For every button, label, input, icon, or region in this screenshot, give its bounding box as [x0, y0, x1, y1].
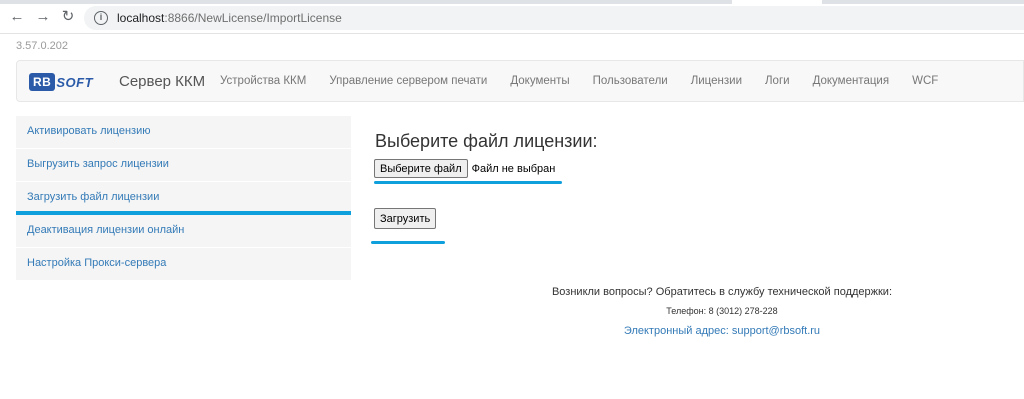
address-bar[interactable]: i localhost:8866/NewLicense/ImportLicens…: [84, 6, 1024, 30]
support-question: Возникли вопросы? Обратитесь в службу те…: [551, 286, 893, 298]
arrow-left-icon[interactable]: ←: [9, 9, 25, 25]
url-text[interactable]: localhost:8866/NewLicense/ImportLicense: [117, 11, 342, 25]
active-tab[interactable]: [732, 0, 822, 4]
logo-rb: RB: [29, 73, 56, 91]
sidebar-item-export-request[interactable]: Выгрузить запрос лицензии: [16, 149, 351, 182]
support-email[interactable]: Электронный адрес: support@rbsoft.ru: [520, 325, 924, 337]
url-host: localhost: [117, 11, 165, 25]
nav-item-logs[interactable]: Логи: [765, 75, 790, 87]
sidebar: Активировать лицензию Выгрузить запрос л…: [16, 116, 351, 281]
nav-item-wcf[interactable]: WCF: [912, 75, 938, 87]
file-status: Файл не выбран: [471, 162, 556, 175]
upload-button[interactable]: Загрузить: [374, 208, 437, 229]
highlight-underline: [371, 241, 445, 244]
sidebar-item-activate-license[interactable]: Активировать лицензию: [16, 116, 351, 149]
info-icon[interactable]: i: [94, 11, 108, 25]
nav-menu: Устройства ККМ Управление сервером печат…: [220, 75, 961, 87]
navbar: RB SOFT Сервер ККМ Устройства ККМ Управле…: [16, 60, 1024, 102]
support-phone: Телефон: 8 (3012) 278-228: [666, 306, 778, 316]
sidebar-item-upload-license[interactable]: Загрузить файл лицензии: [16, 182, 351, 215]
logo-soft: SOFT: [56, 74, 94, 90]
choose-file-button[interactable]: Выберите файл: [374, 159, 468, 178]
file-input[interactable]: Выберите файл Файл не выбран: [374, 159, 555, 178]
reload-icon[interactable]: ↻: [60, 9, 76, 25]
sidebar-item-proxy-settings[interactable]: Настройка Прокси-сервера: [16, 248, 351, 281]
brand-title[interactable]: Сервер ККМ: [119, 73, 205, 90]
footer: Возникли вопросы? Обратитесь в службу те…: [520, 286, 924, 337]
sidebar-item-deactivate-online[interactable]: Деактивация лицензии онлайн: [16, 215, 351, 248]
nav-item-users[interactable]: Пользователи: [593, 75, 668, 87]
url-path: :8866/NewLicense/ImportLicense: [164, 11, 342, 25]
tab-strip: [0, 0, 1024, 4]
page-title: Выберите файл лицензии:: [375, 131, 598, 151]
nav-item-print-server[interactable]: Управление сервером печати: [329, 75, 487, 87]
highlight-underline: [374, 181, 562, 184]
nav-item-devices[interactable]: Устройства ККМ: [220, 75, 306, 87]
nav-item-documentation[interactable]: Документация: [813, 75, 890, 87]
browser-toolbar: ← → ↻ i localhost:8866/NewLicense/Import…: [0, 0, 1024, 34]
arrow-right-icon[interactable]: →: [35, 9, 51, 25]
version-label: 3.57.0.202: [16, 40, 68, 52]
rbsoft-logo[interactable]: RB SOFT: [29, 73, 93, 91]
nav-item-documents[interactable]: Документы: [510, 75, 569, 87]
nav-item-licenses[interactable]: Лицензии: [691, 75, 742, 87]
